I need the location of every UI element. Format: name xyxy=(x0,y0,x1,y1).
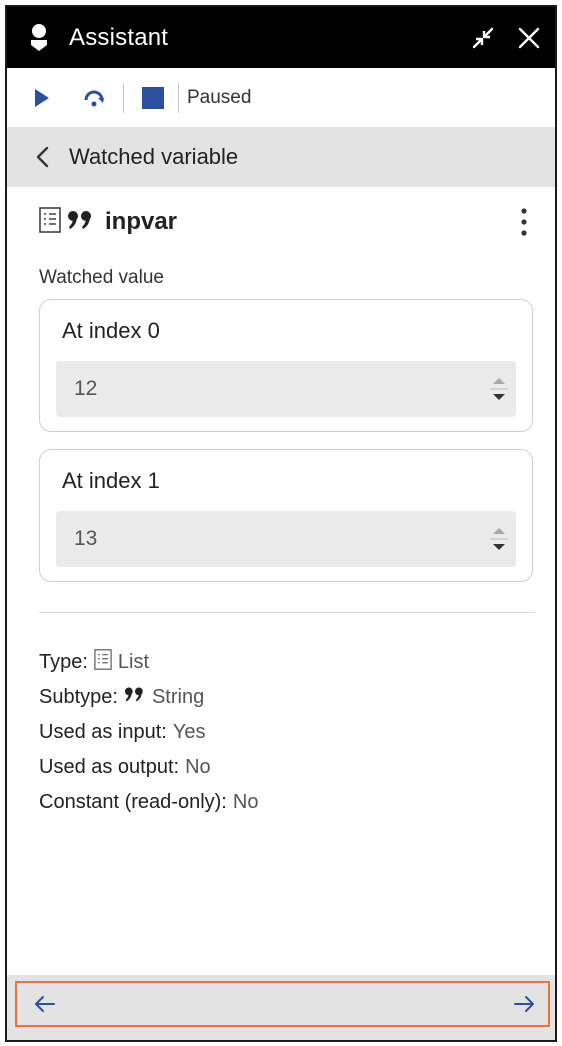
prop-constant: Constant (read-only): No xyxy=(39,785,258,820)
kebab-menu-icon[interactable] xyxy=(513,205,535,239)
prop-value: List xyxy=(117,651,150,673)
title-bar: Assistant xyxy=(7,7,555,68)
quote-icon xyxy=(124,686,152,709)
toolbar-divider xyxy=(178,82,179,113)
list-icon xyxy=(94,649,118,676)
assistant-icon xyxy=(27,21,51,55)
value-field[interactable]: 13 xyxy=(56,511,516,567)
prop-label: Type: xyxy=(39,651,88,673)
variable-properties: Type: List Subtype: String Used as input… xyxy=(39,645,258,820)
index-card: At index 0 12 xyxy=(39,299,533,432)
value-text: 12 xyxy=(74,377,98,400)
prop-value: No xyxy=(185,756,211,778)
prop-subtype: Subtype: String xyxy=(39,680,258,715)
footer-nav-box xyxy=(15,981,550,1027)
prop-type: Type: List xyxy=(39,645,258,680)
arrow-left-icon[interactable] xyxy=(25,984,65,1024)
play-icon[interactable] xyxy=(27,83,57,113)
toolbar-divider xyxy=(123,82,124,113)
section-divider xyxy=(39,612,535,613)
variable-header: inpvar xyxy=(39,205,535,239)
debug-toolbar: Paused xyxy=(7,68,555,127)
prop-label: Used as output: xyxy=(39,756,180,778)
spinner-icon[interactable] xyxy=(488,368,510,410)
index-title: At index 0 xyxy=(62,318,160,343)
index-card: At index 1 13 xyxy=(39,449,533,582)
watched-value-label: Watched value xyxy=(39,267,164,288)
panel-title: Watched variable xyxy=(69,144,239,169)
prop-value: String xyxy=(151,686,205,708)
panel-header: Watched variable xyxy=(7,127,555,187)
debug-status: Paused xyxy=(187,86,252,108)
app-title: Assistant xyxy=(69,23,169,51)
prop-used-as-input: Used as input: Yes xyxy=(39,715,258,750)
value-field[interactable]: 12 xyxy=(56,361,516,417)
collapse-icon[interactable] xyxy=(469,24,497,52)
prop-label: Used as input: xyxy=(39,721,167,743)
back-chevron-icon[interactable] xyxy=(27,142,57,172)
quote-icon xyxy=(67,209,95,236)
footer-nav xyxy=(7,975,555,1040)
value-text: 13 xyxy=(74,527,98,550)
list-icon xyxy=(39,206,61,238)
prop-label: Constant (read-only): xyxy=(39,791,227,813)
arrow-right-icon[interactable] xyxy=(504,984,544,1024)
prop-value: No xyxy=(232,791,259,813)
prop-label: Subtype: xyxy=(39,686,118,708)
close-icon[interactable] xyxy=(515,24,543,52)
index-title: At index 1 xyxy=(62,468,160,493)
prop-value: Yes xyxy=(172,721,206,743)
spinner-icon[interactable] xyxy=(488,518,510,560)
prop-used-as-output: Used as output: No xyxy=(39,750,258,785)
stop-icon[interactable] xyxy=(138,83,168,113)
step-over-icon[interactable] xyxy=(79,83,109,113)
assistant-panel: Assistant Paused Watched variable inpvar… xyxy=(5,5,557,1042)
variable-name: inpvar xyxy=(105,208,178,235)
